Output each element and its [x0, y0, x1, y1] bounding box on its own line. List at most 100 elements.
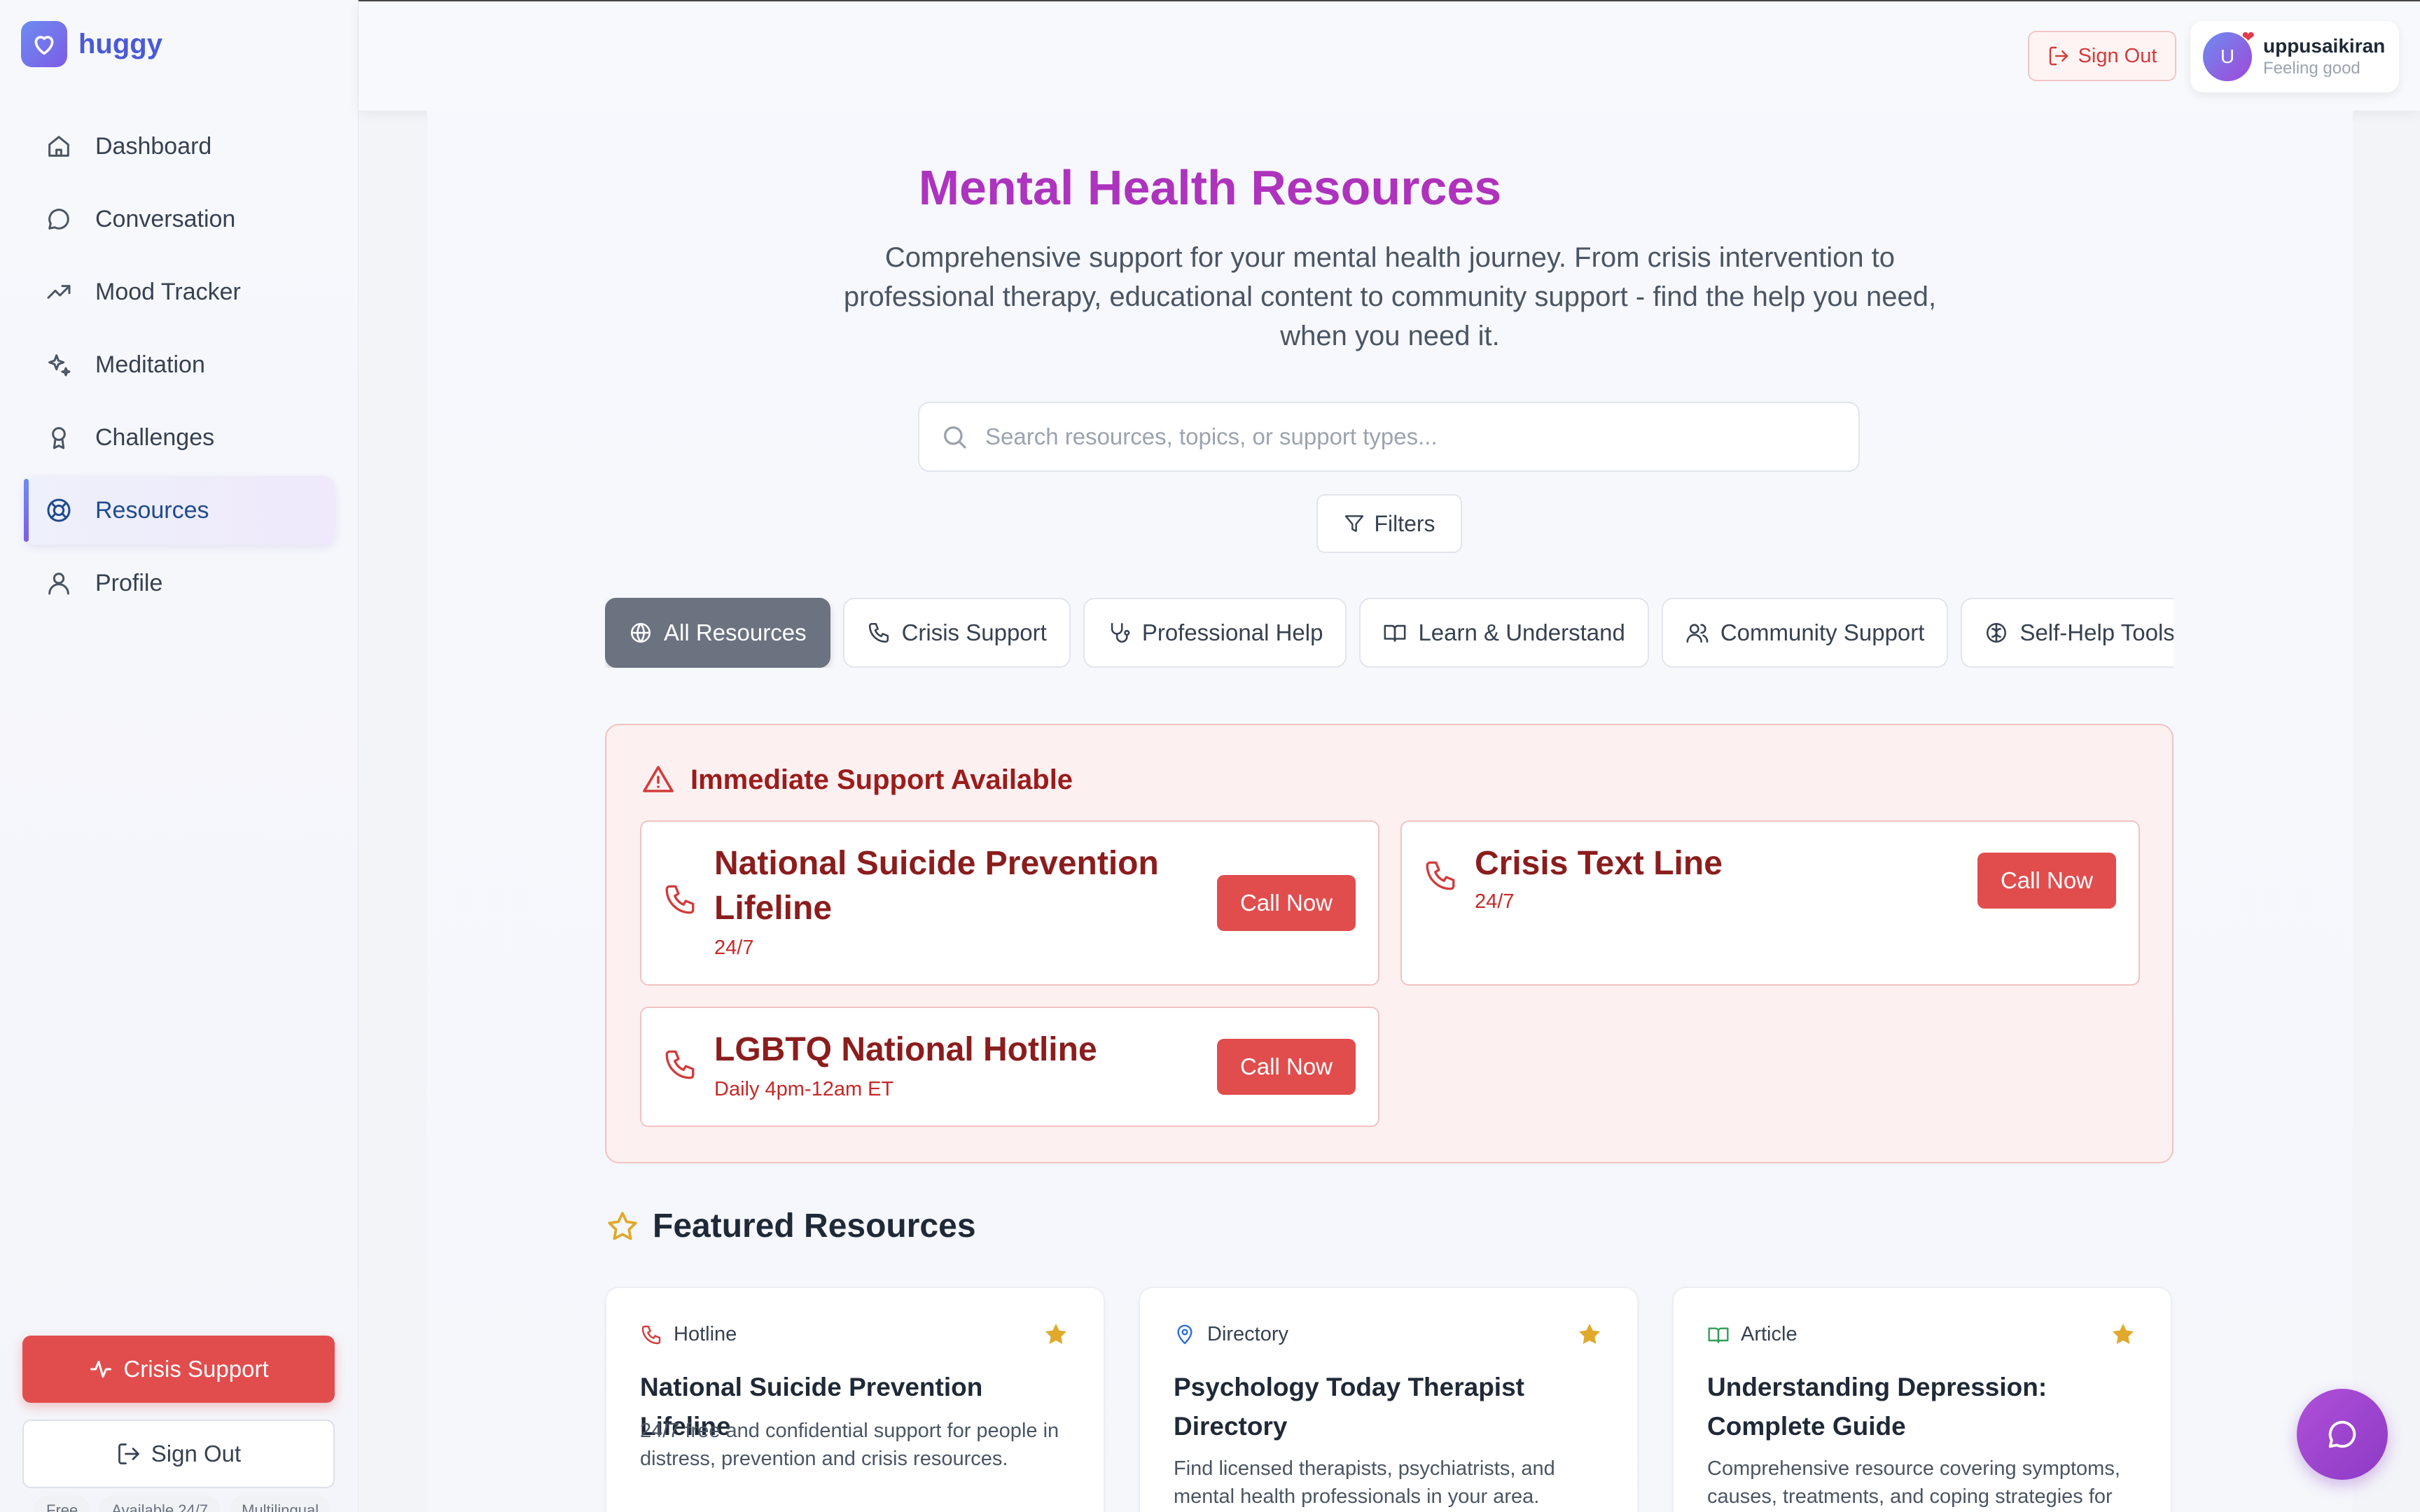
resource-category-tabs: All Resources Crisis Support Professiona…: [605, 598, 2174, 668]
call-now-button[interactable]: Call Now: [1217, 875, 1356, 931]
sidebar-item-meditation[interactable]: Meditation: [24, 330, 335, 399]
sidebar-item-label: Challenges: [95, 424, 215, 451]
hotline-card: National Suicide Prevention Lifeline 24/…: [640, 820, 1379, 986]
top-bar: Sign Out U ❤ uppusaikiran Feeling good: [359, 0, 2420, 111]
hotline-card: Crisis Text Line 24/7 Call Now: [1400, 820, 2140, 986]
tab-learn-understand[interactable]: Learn & Understand: [1359, 598, 1649, 668]
call-now-button[interactable]: Call Now: [1977, 853, 2116, 909]
sidebar-item-profile[interactable]: Profile: [24, 549, 335, 617]
search-bar[interactable]: [918, 402, 1860, 472]
heart-badge-icon: ❤: [2241, 28, 2255, 46]
star-icon[interactable]: [1576, 1320, 1604, 1348]
user-icon: [43, 568, 74, 598]
activity-icon: [88, 1357, 113, 1382]
resource-title: Psychology Today Therapist Directory: [1174, 1373, 1524, 1441]
immediate-support-title: Immediate Support Available: [690, 764, 1073, 795]
hotline-name: National Suicide Prevention Lifeline: [714, 845, 1159, 927]
filters-label: Filters: [1374, 510, 1435, 536]
map-pin-icon: [1174, 1324, 1196, 1346]
alert-triangle-icon: [641, 763, 675, 797]
star-icon[interactable]: [2109, 1320, 2137, 1348]
search-input[interactable]: [985, 424, 1858, 450]
tab-self-help-tools[interactable]: Self-Help Tools: [1961, 598, 2174, 668]
immediate-support-panel: Immediate Support Available National Sui…: [605, 724, 2174, 1163]
user-menu[interactable]: U ❤ uppusaikiran Feeling good: [2190, 21, 2399, 92]
sidebar-item-label: Resources: [95, 496, 209, 524]
app-name: huggy: [78, 28, 162, 59]
featured-resources-heading: Featured Resources: [605, 1207, 976, 1245]
trending-up-icon: [43, 276, 74, 307]
tab-professional-help[interactable]: Professional Help: [1083, 598, 1347, 668]
phone-icon: [662, 882, 697, 917]
featured-resources-title: Featured Resources: [653, 1208, 976, 1245]
sidebar-item-label: Meditation: [95, 351, 205, 378]
chat-fab-button[interactable]: [2297, 1389, 2388, 1480]
user-name: uppusaikiran: [2263, 35, 2386, 57]
tab-label: Self-Help Tools: [2019, 620, 2174, 645]
hotline-name: LGBTQ National Hotline: [714, 1031, 1097, 1068]
resource-card[interactable]: Directory Psychology Today Therapist Dir…: [1139, 1287, 1639, 1512]
page-title: Mental Health Resources: [0, 160, 2420, 216]
sidebar-item-mood-tracker[interactable]: Mood Tracker: [24, 258, 335, 326]
resource-tag: Available 24/7: [99, 1495, 221, 1512]
phone-icon: [1423, 858, 1458, 893]
globe-icon: [629, 621, 653, 645]
log-out-icon: [2047, 45, 2070, 67]
avatar-initial: U: [2220, 46, 2235, 67]
tab-all-resources[interactable]: All Resources: [605, 598, 830, 668]
tab-label: Professional Help: [1141, 620, 1323, 645]
resource-tag: Multilingual: [229, 1495, 332, 1512]
resource-tag: Free: [34, 1495, 91, 1512]
chat-bubble-icon: [2324, 1416, 2360, 1452]
sign-out-label: Sign Out: [151, 1441, 242, 1466]
search-icon: [940, 423, 968, 451]
sidebar-item-challenges[interactable]: Challenges: [24, 403, 335, 472]
sign-out-label: Sign Out: [2078, 44, 2157, 67]
user-info: uppusaikiran Feeling good: [2263, 35, 2385, 78]
users-icon: [1685, 621, 1709, 645]
hotline-hours: Daily 4pm-12am ET: [714, 1078, 894, 1100]
sidebar-item-label: Profile: [95, 569, 163, 596]
filters-button[interactable]: Filters: [1316, 494, 1462, 553]
avatar: U ❤: [2203, 28, 2255, 81]
stethoscope-icon: [1107, 621, 1131, 645]
hotline-hours: 24/7: [1475, 890, 1515, 913]
home-icon: [43, 131, 74, 162]
star-icon[interactable]: [1042, 1320, 1070, 1348]
resource-card[interactable]: Hotline National Suicide Prevention Life…: [605, 1287, 1105, 1512]
resource-card[interactable]: Article Understanding Depression: Comple…: [1672, 1287, 2172, 1512]
tab-crisis-support[interactable]: Crisis Support: [842, 598, 1071, 668]
sidebar: huggy Dashboard Conversation Mood Tracke…: [0, 0, 359, 1512]
resource-type-label: Hotline: [674, 1323, 737, 1345]
page-subtitle: Comprehensive support for your mental he…: [843, 242, 1937, 351]
crisis-support-button[interactable]: Crisis Support: [22, 1336, 335, 1403]
sidebar-item-label: Mood Tracker: [95, 278, 241, 305]
book-open-icon: [1383, 621, 1407, 645]
phone-icon: [662, 1047, 697, 1082]
sidebar-item-resources[interactable]: Resources: [24, 476, 335, 545]
hotline-hours: 24/7: [714, 937, 754, 959]
log-out-icon: [116, 1441, 141, 1466]
resource-description: 24/7 free and confidential support for p…: [640, 1420, 1059, 1470]
app-logo[interactable]: huggy: [21, 21, 162, 67]
award-icon: [43, 422, 74, 453]
tab-label: Learn & Understand: [1418, 620, 1625, 645]
resource-type-label: Article: [1741, 1323, 1797, 1345]
tab-label: All Resources: [664, 620, 807, 645]
phone-icon: [640, 1324, 662, 1346]
resource-tags: Free Available 24/7 Multilingual: [34, 1495, 332, 1512]
resource-type-label: Directory: [1207, 1323, 1289, 1345]
sparkles-icon: [43, 349, 74, 380]
sidebar-sign-out-button[interactable]: Sign Out: [22, 1420, 335, 1488]
hotline-name: Crisis Text Line: [1475, 845, 1723, 882]
heart-logo-icon: [21, 21, 67, 67]
resource-description: Find licensed therapists, psychiatrists,…: [1174, 1457, 1555, 1508]
resource-type: Hotline: [640, 1323, 737, 1346]
resource-type: Article: [1707, 1323, 1797, 1346]
resource-type: Directory: [1174, 1323, 1288, 1346]
header-sign-out-button[interactable]: Sign Out: [2028, 31, 2176, 81]
crisis-support-label: Crisis Support: [123, 1356, 269, 1382]
tab-community-support[interactable]: Community Support: [1661, 598, 1949, 668]
star-outline-icon: [605, 1209, 640, 1244]
call-now-button[interactable]: Call Now: [1217, 1039, 1356, 1095]
